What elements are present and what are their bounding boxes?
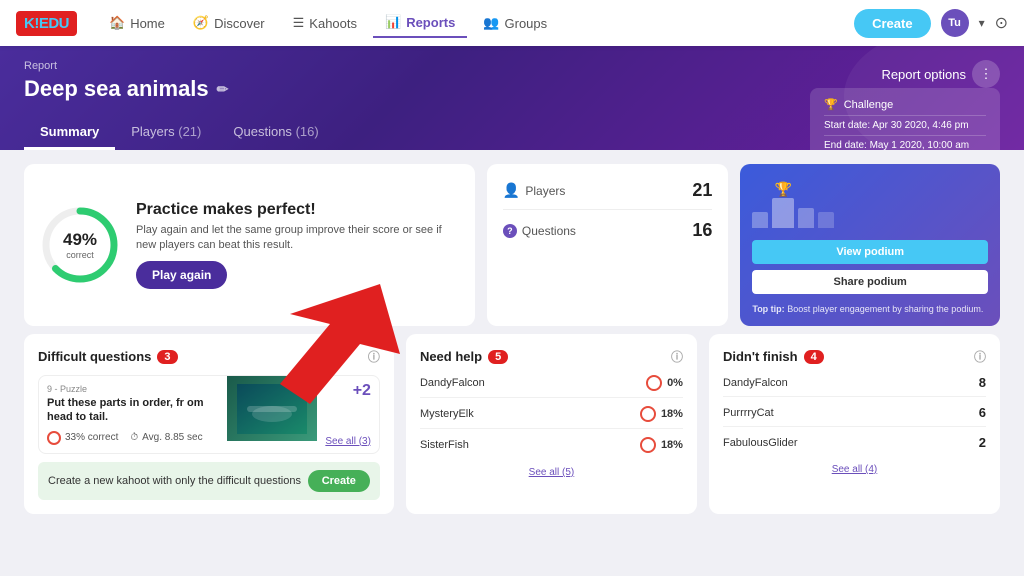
dnf-badge: 4: [804, 350, 824, 364]
see-all-dnf-link[interactable]: See all (4): [723, 464, 986, 475]
help-icon3[interactable]: ⓘ: [974, 348, 986, 365]
tab-questions[interactable]: Questions (16): [217, 116, 334, 150]
report-header: Report Deep sea animals ✏ Summary Player…: [0, 46, 1024, 150]
podium-card: 🏆 View podium Share podium Top tip: Boos…: [740, 164, 1000, 326]
cards-row1: 49% correct Practice makes perfect! Play…: [0, 150, 1024, 334]
nav-right: Create Tu ▾ ⊙: [854, 9, 1008, 38]
edit-icon[interactable]: ✏: [217, 81, 229, 98]
tab-players[interactable]: Players (21): [115, 116, 217, 150]
stats-card: 👤 Players 21 ? Questions 16: [487, 164, 728, 326]
list-item: DandyFalcon 8: [723, 375, 986, 397]
help-icon[interactable]: ⓘ: [368, 348, 380, 365]
clock-icon: ⏱: [130, 432, 138, 443]
report-title: Deep sea animals ✏: [24, 76, 564, 102]
progress-indicator-icon: [640, 437, 656, 453]
cards-row2: Difficult questions 3 ⓘ 9 - Puzzle Put t…: [0, 334, 1024, 528]
menu-icon: ☰: [293, 15, 305, 31]
progress-circle: 49% correct: [40, 205, 120, 285]
difficult-question-item: 9 - Puzzle Put these parts in order, fr …: [38, 375, 380, 454]
dnf-list: DandyFalcon 8 PurrrryCat 6 FabulousGlide…: [723, 375, 986, 456]
tabs: Summary Players (21) Questions (16): [24, 116, 564, 150]
groups-icon: 👥: [483, 15, 499, 31]
nav-items: 🏠 Home 🧭 Discover ☰ Kahoots 📊 Reports 👥 …: [97, 8, 854, 38]
difficult-questions-card: Difficult questions 3 ⓘ 9 - Puzzle Put t…: [24, 334, 394, 514]
navbar: K!EDU 🏠 Home 🧭 Discover ☰ Kahoots 📊 Repo…: [0, 0, 1024, 46]
home-icon: 🏠: [109, 15, 125, 31]
list-item: PurrrryCat 6: [723, 405, 986, 427]
create-kahoot-bar: Create a new kahoot with only the diffic…: [38, 462, 380, 500]
help-icon2[interactable]: ⓘ: [671, 348, 683, 365]
nav-discover[interactable]: 🧭 Discover: [181, 9, 277, 37]
report-label: Report: [24, 60, 564, 72]
difficult-badge: 3: [157, 350, 177, 364]
view-podium-button[interactable]: View podium: [752, 240, 988, 264]
correct-circle-icon: [47, 431, 61, 445]
progress-indicator-icon: [646, 375, 662, 391]
list-item: DandyFalcon 0%: [420, 375, 683, 398]
list-item: FabulousGlider 2: [723, 435, 986, 456]
report-options-button[interactable]: Report options ⋮: [881, 60, 1000, 88]
logo: K!EDU: [16, 11, 77, 36]
progress-indicator-icon: [640, 406, 656, 422]
help-icon[interactable]: ⊙: [995, 13, 1008, 33]
podium-illustration: 🏆: [752, 176, 988, 228]
nav-reports[interactable]: 📊 Reports: [373, 8, 467, 38]
need-help-card: Need help 5 ⓘ DandyFalcon 0% MysteryElk …: [406, 334, 697, 514]
tab-summary[interactable]: Summary: [24, 116, 115, 150]
need-help-badge: 5: [488, 350, 508, 364]
avatar: Tu: [941, 9, 969, 37]
see-all-need-help-link[interactable]: See all (5): [420, 467, 683, 478]
question-icon: ?: [503, 224, 517, 238]
practice-card: 49% correct Practice makes perfect! Play…: [24, 164, 475, 326]
side-info-panel: 🏆 Challenge Start date: Apr 30 2020, 4:4…: [810, 88, 1000, 150]
need-help-list: DandyFalcon 0% MysteryElk 18% SisterFish…: [420, 375, 683, 459]
didnt-finish-card: Didn't finish 4 ⓘ DandyFalcon 8 PurrrryC…: [709, 334, 1000, 514]
create-button[interactable]: Create: [854, 9, 930, 38]
play-again-button[interactable]: Play again: [136, 261, 227, 289]
list-item: MysteryElk 18%: [420, 406, 683, 429]
see-all-difficult-link[interactable]: See all (3): [325, 436, 371, 447]
share-podium-button[interactable]: Share podium: [752, 270, 988, 294]
create-kahoot-button[interactable]: Create: [308, 470, 370, 492]
list-item: SisterFish 18%: [420, 437, 683, 459]
people-icon: 👤: [503, 182, 520, 199]
nav-home[interactable]: 🏠 Home: [97, 9, 177, 37]
nav-kahoots[interactable]: ☰ Kahoots: [281, 9, 369, 37]
trophy-icon: 🏆: [824, 98, 838, 111]
question-thumbnail: [227, 376, 317, 441]
reports-icon: 📊: [385, 14, 401, 30]
nav-groups[interactable]: 👥 Groups: [471, 9, 559, 37]
compass-icon: 🧭: [193, 15, 209, 31]
chevron-down-icon[interactable]: ▾: [979, 16, 985, 30]
options-dots-icon[interactable]: ⋮: [972, 60, 1000, 88]
